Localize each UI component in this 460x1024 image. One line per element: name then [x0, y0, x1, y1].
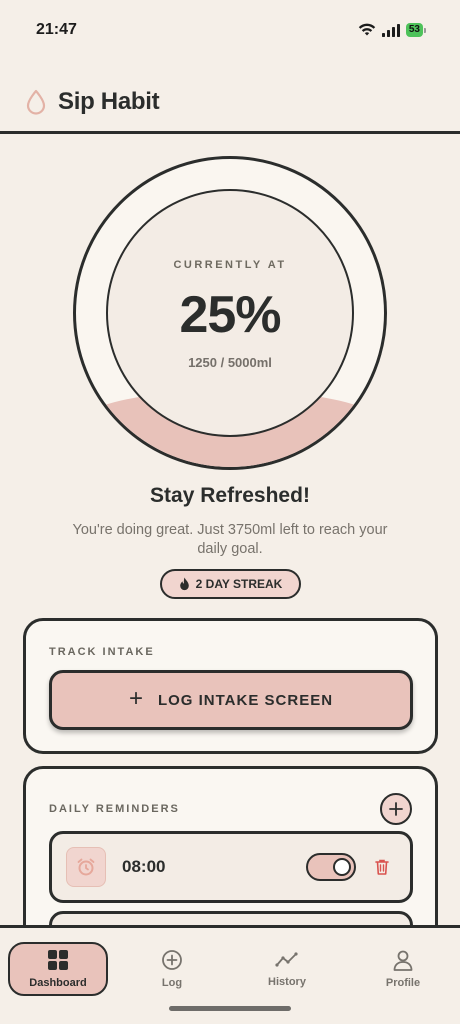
daily-reminders-label: DAILY REMINDERS: [49, 803, 180, 815]
alarm-clock-icon: [66, 847, 106, 887]
nav-label-profile: Profile: [385, 977, 421, 989]
nav-item-log[interactable]: Log: [122, 942, 222, 996]
plus-icon: [389, 802, 403, 816]
nav-item-history[interactable]: History: [237, 942, 337, 996]
toggle-knob: [333, 858, 351, 876]
battery-icon: 53: [405, 23, 426, 37]
progress-percent: 25%: [179, 286, 281, 344]
bottom-nav: Dashboard Log History Profile: [0, 925, 460, 1024]
signal-icon: [381, 23, 400, 37]
home-indicator: [169, 1006, 291, 1011]
nav-label-log: Log: [161, 977, 183, 989]
wifi-icon: [358, 23, 376, 36]
streak-badge: 2 DAY STREAK: [160, 569, 301, 599]
battery-level: 53: [405, 23, 423, 37]
plus-icon: +: [128, 685, 144, 712]
nav-label-history: History: [268, 976, 306, 988]
user-icon: [393, 950, 413, 971]
progress-ring: CURRENTLY AT 25% 1250 / 5000ml: [73, 156, 387, 470]
grid-icon: [48, 950, 68, 970]
motivation-title: Stay Refreshed!: [150, 484, 310, 507]
add-reminder-button[interactable]: [380, 793, 412, 825]
reminder-time: 08:00: [122, 857, 166, 876]
trend-line-icon: [275, 952, 298, 967]
reminder-toggle[interactable]: [306, 853, 356, 881]
nav-item-profile[interactable]: Profile: [353, 942, 453, 996]
reminder-item[interactable]: 08:00: [49, 831, 413, 903]
track-intake-card: TRACK INTAKE + LOG INTAKE SCREEN: [23, 618, 438, 754]
currently-at-label: CURRENTLY AT: [173, 259, 287, 271]
log-intake-button[interactable]: + LOG INTAKE SCREEN: [49, 670, 413, 730]
status-bar: 21:47 53: [0, 0, 460, 60]
track-intake-label: TRACK INTAKE: [49, 646, 155, 658]
status-icons: 53: [358, 23, 426, 37]
log-intake-button-label: LOG INTAKE SCREEN: [157, 691, 334, 709]
progress-amount: 1250 / 5000ml: [188, 355, 272, 370]
battery-tip: [424, 27, 426, 33]
plus-circle-icon: [162, 950, 182, 970]
motivation-message: You're doing great. Just 3750ml left to …: [72, 522, 388, 557]
progress-ring-inner: CURRENTLY AT 25% 1250 / 5000ml: [106, 189, 354, 437]
streak-label: 2 DAY STREAK: [195, 577, 283, 591]
status-time: 21:47: [36, 21, 77, 38]
flame-icon: [179, 577, 189, 591]
water-drop-icon: [26, 89, 46, 115]
app-title: Sip Habit: [58, 87, 160, 115]
nav-label-dashboard: Dashboard: [29, 977, 87, 989]
app-header: Sip Habit: [0, 72, 460, 134]
trash-icon[interactable]: [374, 858, 390, 876]
nav-item-dashboard[interactable]: Dashboard: [8, 942, 108, 996]
